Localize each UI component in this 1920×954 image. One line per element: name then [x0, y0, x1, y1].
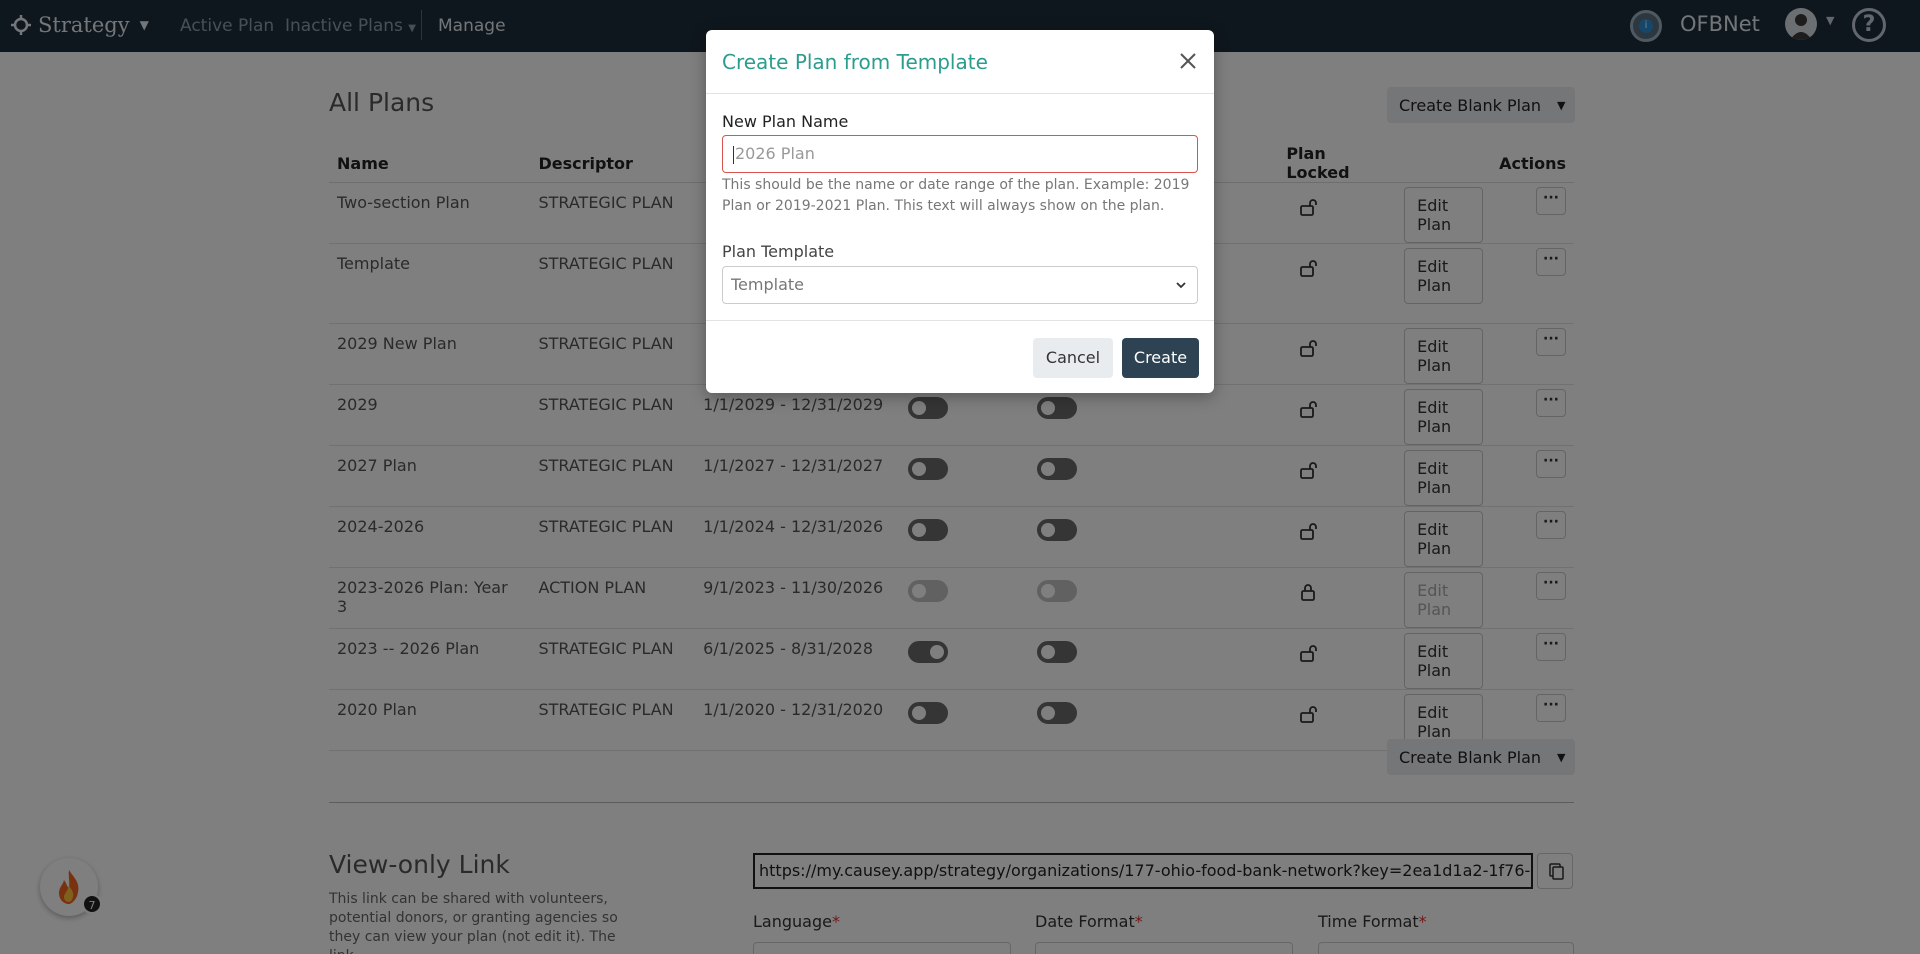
- create-button[interactable]: Create: [1122, 338, 1199, 378]
- plan-template-label: Plan Template: [722, 242, 835, 261]
- create-plan-modal: Create Plan from Template New Plan Name …: [706, 30, 1214, 393]
- new-plan-name-help: This should be the name or date range of…: [722, 177, 1190, 214]
- text-cursor: [733, 145, 734, 164]
- new-plan-name-label: New Plan Name: [722, 112, 849, 131]
- plan-template-value: Template: [731, 275, 805, 294]
- cancel-button[interactable]: Cancel: [1033, 338, 1113, 378]
- modal-header: Create Plan from Template: [706, 30, 1214, 94]
- chevron-down-icon: [1176, 282, 1186, 289]
- close-icon[interactable]: [1177, 50, 1199, 72]
- plan-template-select[interactable]: Template: [722, 266, 1198, 304]
- modal-footer-divider: [706, 320, 1214, 321]
- modal-title: Create Plan from Template: [722, 50, 988, 74]
- new-plan-name-input[interactable]: 2026 Plan: [722, 135, 1198, 173]
- new-plan-name-placeholder: 2026 Plan: [735, 144, 815, 163]
